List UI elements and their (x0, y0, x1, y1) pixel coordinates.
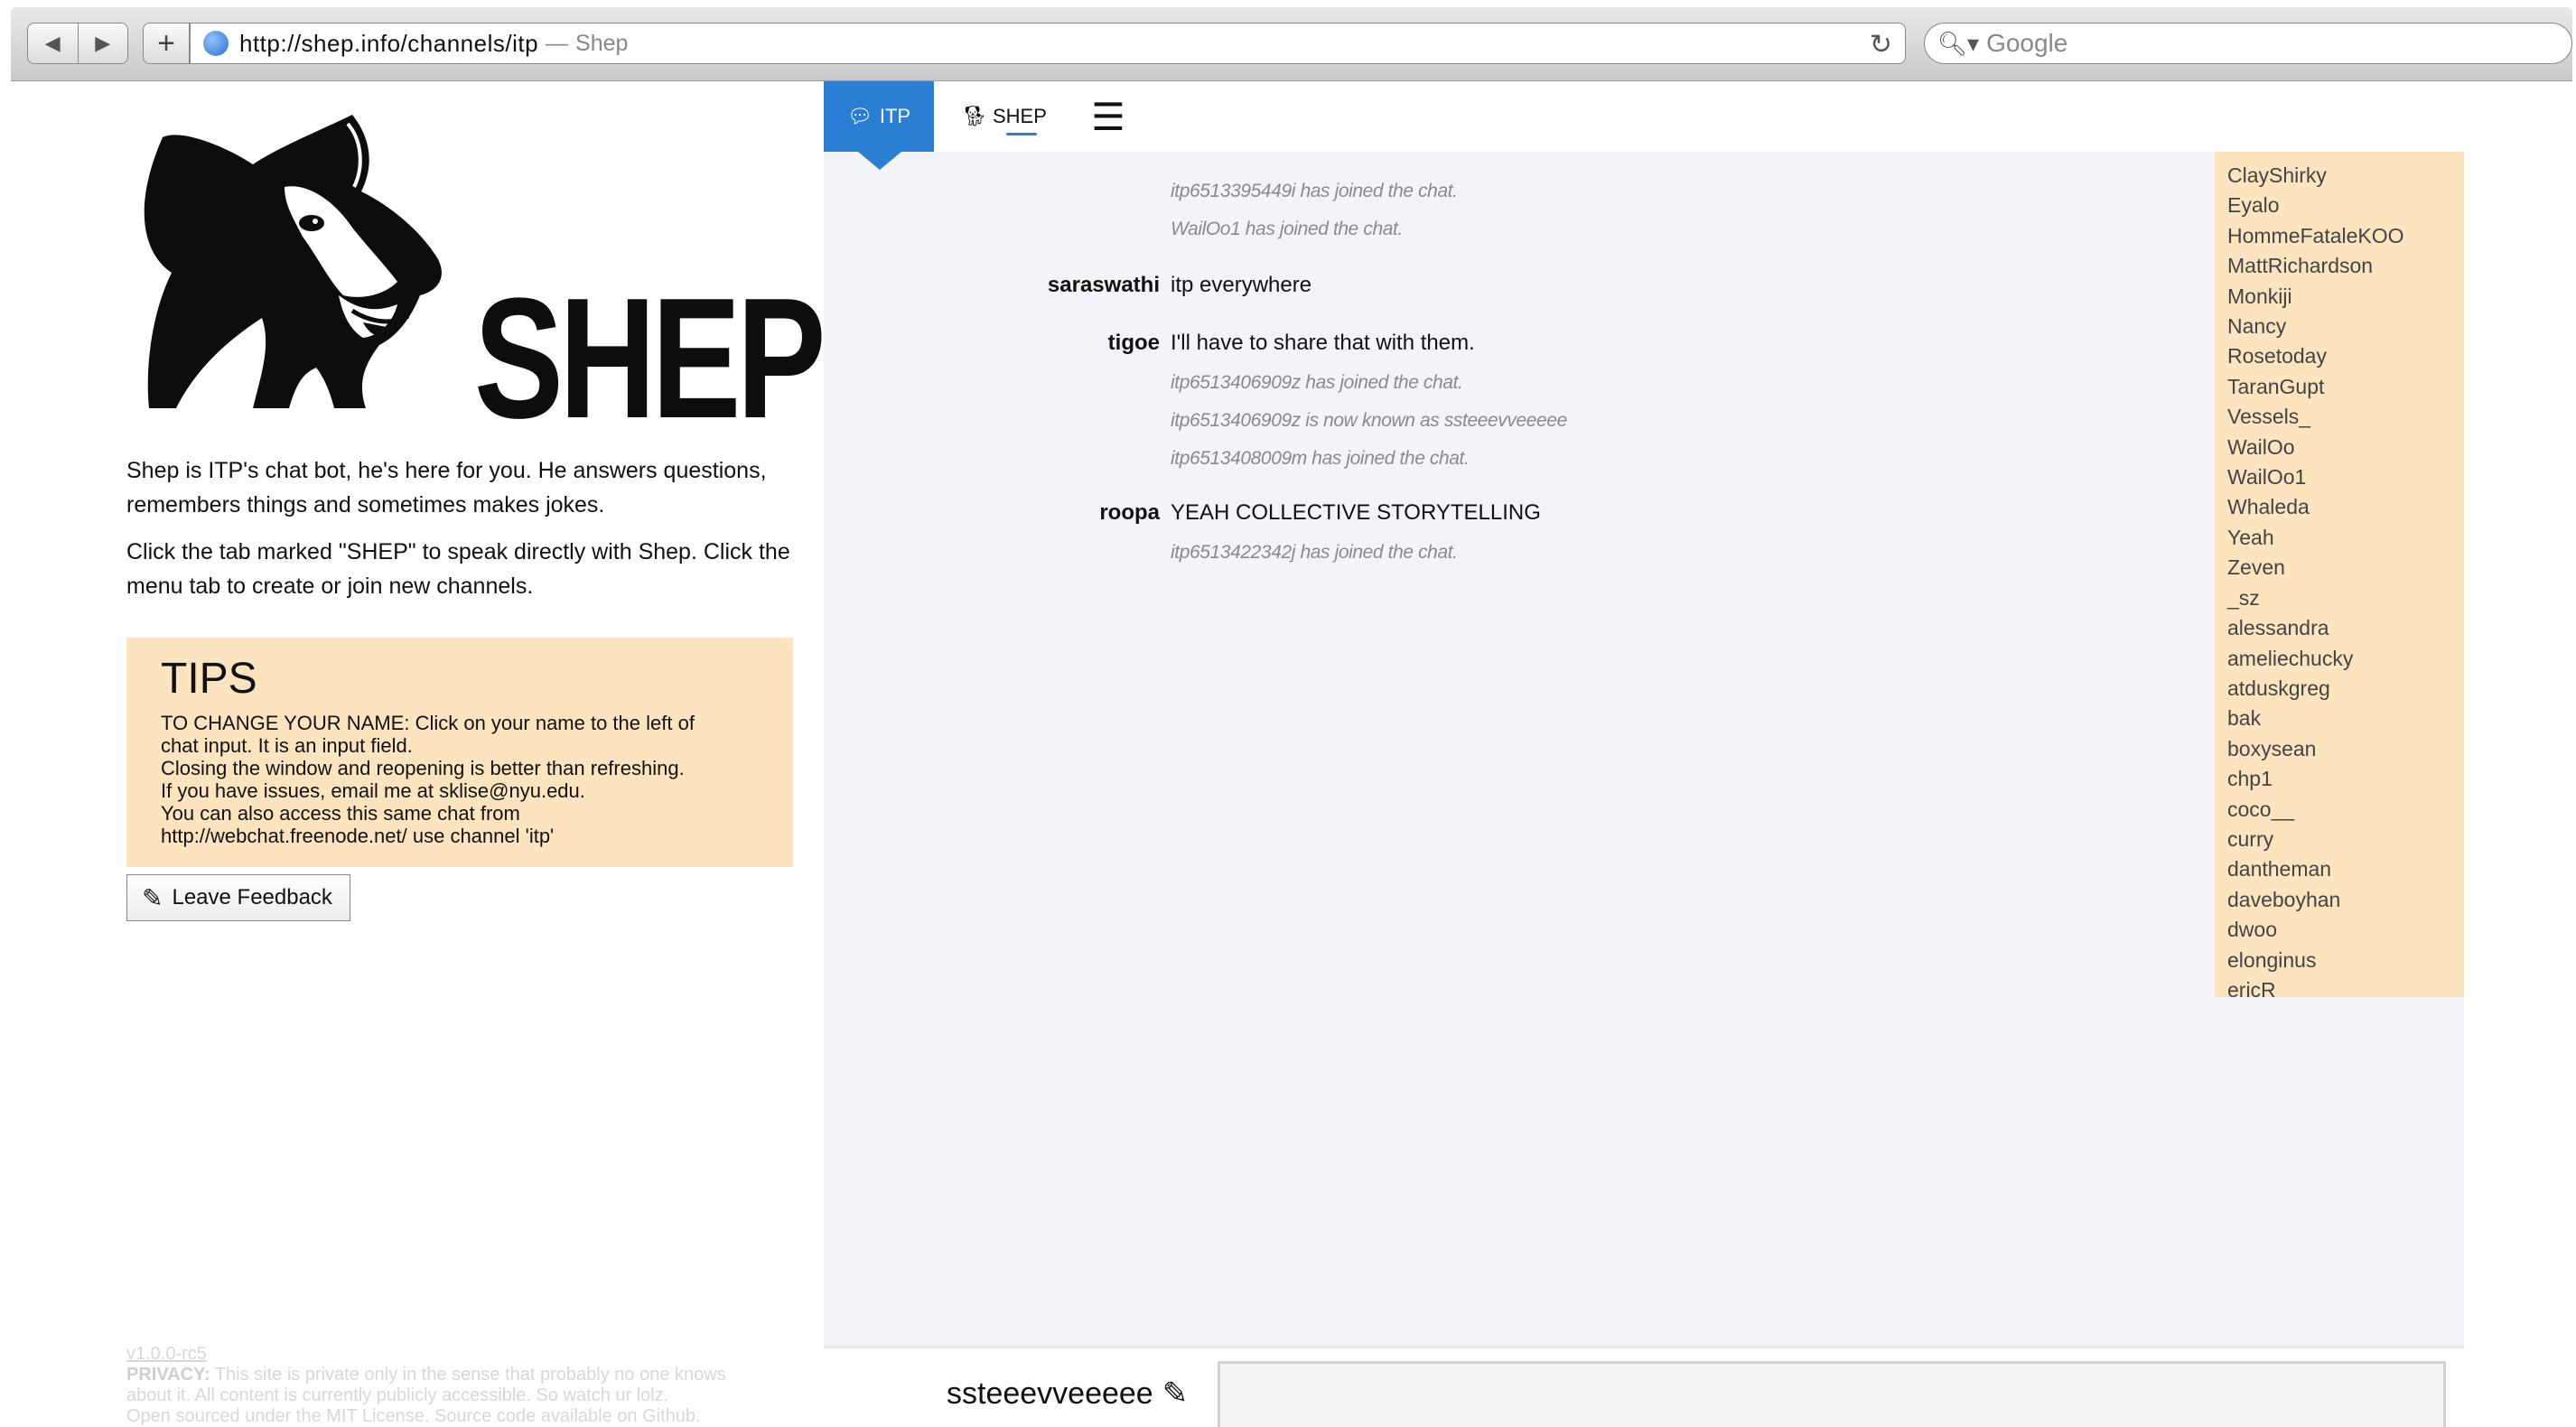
user-list-item[interactable]: HommeFataleKOO (2227, 221, 2464, 251)
tips-title: TIPS (161, 655, 257, 703)
usage-instructions: Click the tab marked "SHEP" to speak dir… (126, 539, 790, 599)
search-bar[interactable]: 🔍︎▾ Google (1924, 23, 2572, 64)
user-list-item[interactable]: curry (2227, 825, 2464, 854)
user-list-item[interactable]: ameliechucky (2227, 644, 2464, 674)
system-text: itp6513406909z is now known as ssteeevve… (1171, 410, 1567, 431)
user-list-item[interactable]: WailOo1 (2227, 462, 2464, 492)
tab-itp[interactable]: 💬︎ ITP (824, 81, 934, 170)
logo-wordmark: SHEP (474, 263, 826, 454)
nickname-field[interactable]: ssteeevveeeee ✎ (947, 1376, 1188, 1412)
edit-icon[interactable]: ✎ (1162, 1376, 1189, 1412)
nickname-text[interactable]: ssteeevveeeee (947, 1376, 1153, 1412)
tab-menu[interactable]: ☰ (1086, 81, 1131, 152)
user-list-item[interactable]: Rosetoday (2227, 341, 2464, 371)
tips-line: Closing the window and reopening is bett… (161, 757, 685, 779)
page-title: Shep (575, 30, 629, 56)
channel-tabs: 💬︎ ITP 🐕︎ SHEP ☰ (824, 81, 2464, 170)
leave-feedback-label: Leave Feedback (172, 885, 332, 909)
user-list-item[interactable]: ClayShirky (2227, 161, 2464, 191)
message-text: itp everywhere (1171, 273, 1312, 297)
plus-icon: + (157, 25, 175, 61)
dog-logo-icon (144, 115, 442, 408)
message-text: YEAH COLLECTIVE STORYTELLING (1171, 500, 1541, 525)
footer-line: about it. All content is currently publi… (126, 1385, 669, 1405)
user-list-item[interactable]: bak (2227, 704, 2464, 733)
user-list-item[interactable]: Nancy (2227, 312, 2464, 341)
reload-icon[interactable]: ↻ (1870, 29, 1892, 61)
system-text: itp6513408009m has joined the chat. (1171, 448, 1470, 469)
forward-arrow-icon: ▶ (95, 32, 111, 54)
user-list-item[interactable]: WailOo (2227, 433, 2464, 462)
new-tab-button[interactable]: + (143, 23, 190, 64)
system-text: itp6513406909z has joined the chat. (1171, 372, 1463, 393)
tips-line: TO CHANGE YOUR NAME: Click on your name … (161, 712, 695, 734)
sidebar-info: SHEP Shep is ITP's chat bot, he's here f… (126, 101, 826, 603)
user-list-item[interactable]: boxysean (2227, 734, 2464, 764)
message-nick[interactable]: saraswathi (1048, 273, 1160, 298)
chat-bubbles-icon: 💬︎ (846, 105, 873, 127)
privacy-label: PRIVACY: (126, 1365, 210, 1385)
user-list-item[interactable]: Zeven (2227, 553, 2464, 583)
address-bar[interactable]: http://shep.info/channels/itp — Shep ↻ (190, 23, 1906, 64)
unread-indicator (1006, 133, 1037, 135)
back-button[interactable]: ◀ (28, 23, 78, 63)
back-arrow-icon: ◀ (44, 32, 61, 54)
user-list-item[interactable]: elonginus (2227, 946, 2464, 975)
chat-input[interactable] (1218, 1361, 2446, 1427)
globe-icon (203, 31, 229, 56)
tab-shep-label: SHEP (993, 105, 1047, 127)
tips-line: You can also access this same chat from (161, 802, 520, 825)
user-list-item[interactable]: coco__ (2227, 795, 2464, 825)
user-list-item[interactable]: dwoo (2227, 915, 2464, 945)
user-list-item[interactable]: dantheman (2227, 854, 2464, 884)
tips-line: chat input. It is an input field. (161, 734, 413, 757)
message-nick[interactable]: roopa (1099, 500, 1160, 526)
tips-line: http://webchat.freenode.net/ use channel… (161, 825, 555, 847)
user-list-item[interactable]: Eyalo (2227, 191, 2464, 220)
leave-feedback-button[interactable]: ✎ Leave Feedback (126, 874, 350, 921)
nav-buttons: ◀ ▶ (27, 23, 128, 64)
user-list-item[interactable]: TaranGupt (2227, 372, 2464, 402)
chat-pane: 💬︎ ITP 🐕︎ SHEP ☰ itp6513395449i has join… (824, 81, 2464, 1427)
forward-button[interactable]: ▶ (77, 23, 128, 63)
tab-itp-label: ITP (879, 105, 911, 127)
bot-description: Shep is ITP's chat bot, he's here for yo… (126, 458, 767, 518)
chat-input-bar: ssteeevveeeee ✎ (824, 1346, 2464, 1427)
user-list-item[interactable]: atduskgreg (2227, 674, 2464, 704)
user-list-item[interactable]: Monkiji (2227, 282, 2464, 312)
user-list-item[interactable]: ericR (2227, 975, 2464, 997)
user-list-item[interactable]: Whaleda (2227, 492, 2464, 522)
browser-toolbar: ◀ ▶ + http://shep.info/channels/itp — Sh… (11, 7, 2572, 81)
user-list-item[interactable]: Yeah (2227, 523, 2464, 553)
edit-icon: ✎ (142, 883, 163, 912)
tab-shep[interactable]: 🐕︎ SHEP (950, 81, 1059, 152)
system-text: WailOo1 has joined the chat. (1171, 219, 1403, 239)
search-icon[interactable]: 🔍︎▾ (1937, 30, 1979, 58)
user-list: ClayShirky Eyalo HommeFataleKOO MattRich… (2215, 152, 2464, 997)
dog-icon: 🐕︎ (962, 105, 987, 127)
footer-line: Open sourced under the MIT License. Sour… (126, 1406, 701, 1426)
tips-line: If you have issues, email me at sklise@n… (161, 779, 585, 802)
title-separator: — (546, 30, 569, 56)
message-nick[interactable]: tigoe (1108, 331, 1160, 356)
system-text: itp6513395449i has joined the chat. (1171, 181, 1458, 201)
system-text: itp6513422342j has joined the chat. (1171, 542, 1458, 563)
tips-box: TIPS TO CHANGE YOUR NAME: Click on your … (126, 638, 793, 867)
version-link[interactable]: v1.0.0-rc5 (126, 1344, 207, 1364)
url-text[interactable]: http://shep.info/channels/itp (239, 30, 538, 58)
user-list-item[interactable]: Vessels_ (2227, 402, 2464, 432)
user-list-item[interactable]: MattRichardson (2227, 251, 2464, 281)
user-list-item[interactable]: daveboyhan (2227, 885, 2464, 915)
shep-logo: SHEP (126, 101, 826, 444)
message-text: I'll have to share that with them. (1171, 331, 1475, 355)
list-menu-icon: ☰ (1091, 95, 1125, 138)
user-list-item[interactable]: alessandra (2227, 613, 2464, 643)
user-list-item[interactable]: _sz (2227, 583, 2464, 613)
privacy-text: This site is private only in the sense t… (214, 1365, 726, 1385)
search-placeholder[interactable]: Google (1986, 29, 2067, 58)
footer: v1.0.0-rc5 PRIVACY: This site is private… (126, 1344, 777, 1427)
user-list-item[interactable]: chp1 (2227, 764, 2464, 794)
